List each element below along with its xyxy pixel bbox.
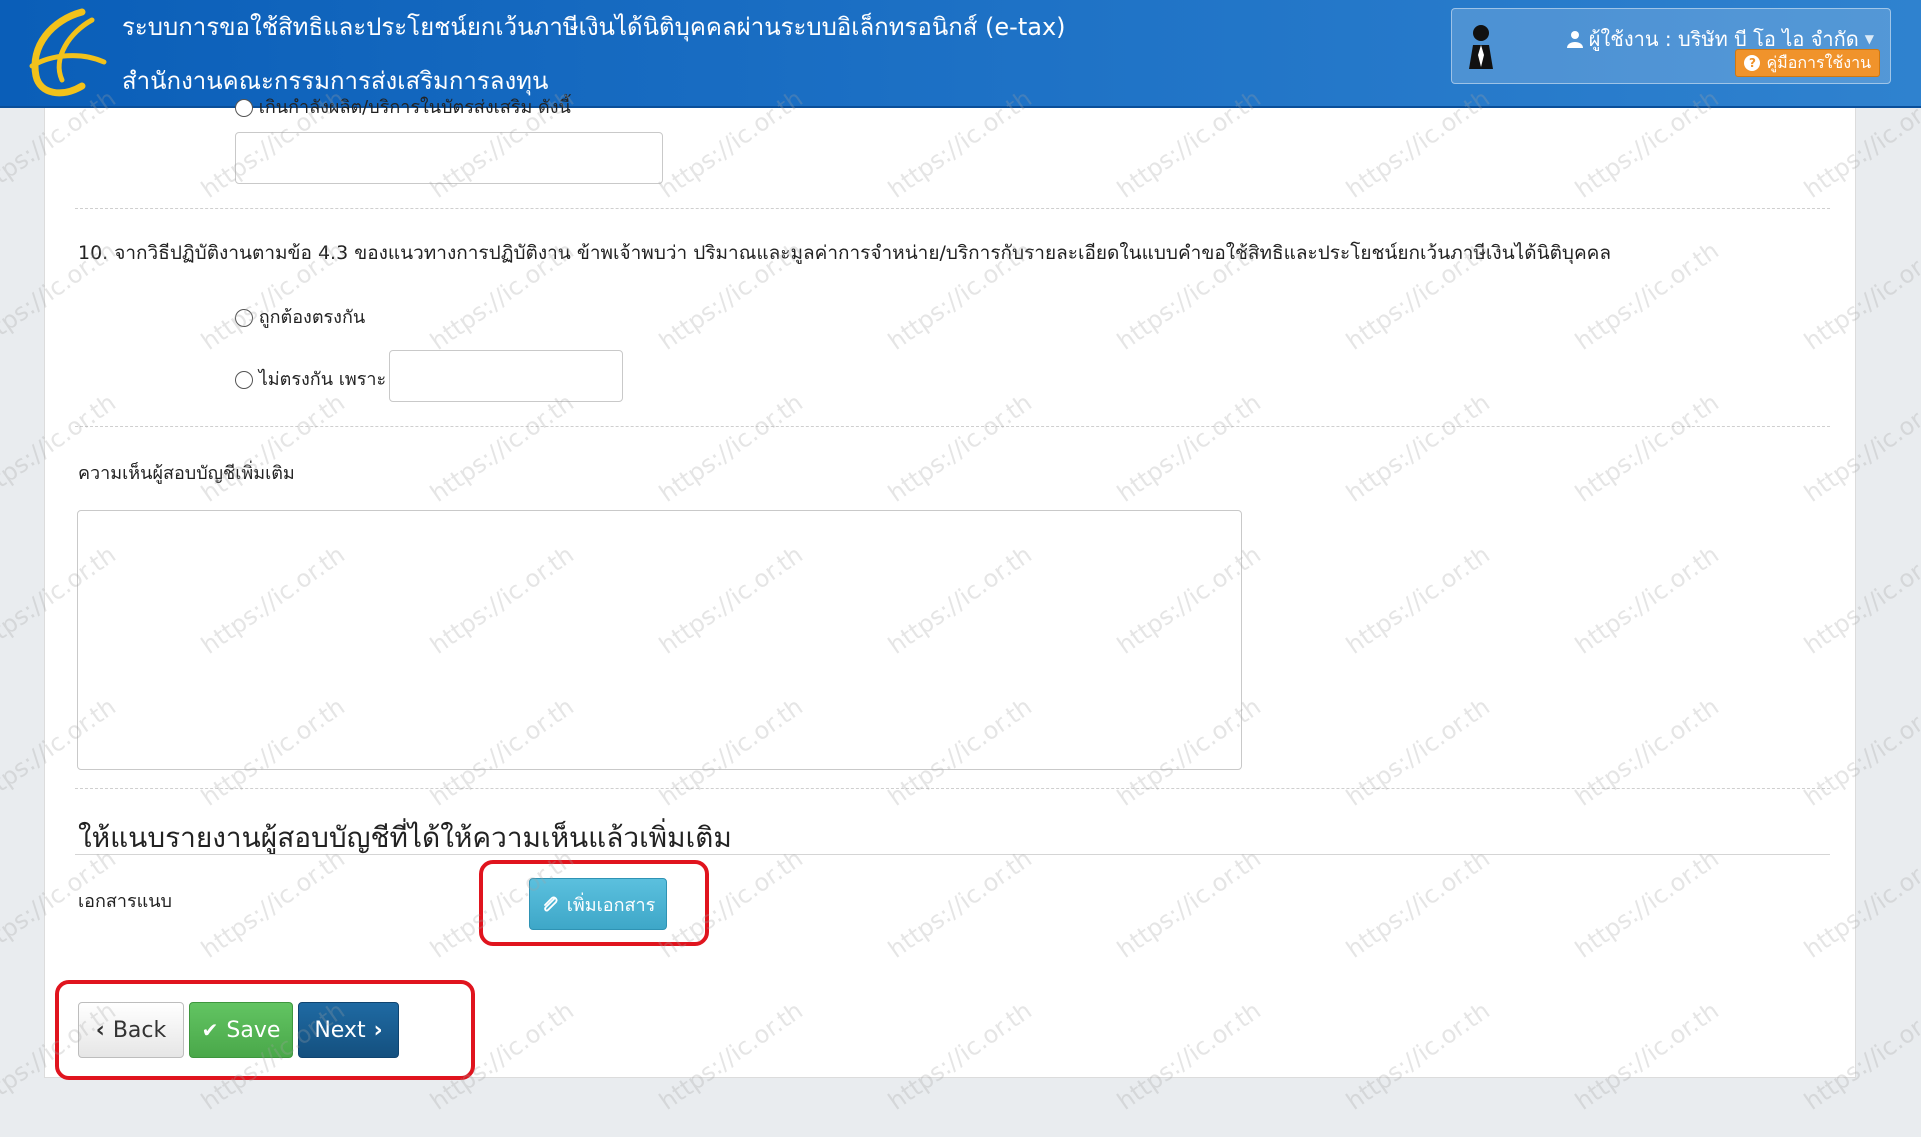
prev-option-radio[interactable] [235,99,253,117]
q10-radio-match[interactable] [235,309,253,327]
form-panel: เกินกำลังผลิต/บริการในบัตรส่งเสริม ดังนี… [44,97,1856,1080]
boi-logo-icon [29,8,107,97]
add-document-button[interactable]: เพิ่มเอกสาร [529,878,667,930]
back-button[interactable]: ‹ Back [78,1002,184,1058]
next-label: Next [314,1017,366,1043]
q10-text: 10. จากวิธีปฏิบัติงานตามข้อ 4.3 ของแนวทา… [78,242,1612,264]
user-avatar-icon [1469,25,1493,69]
user-manual-button[interactable]: ? คู่มือการใช้งาน [1735,49,1880,77]
auditor-opinion-label: ความเห็นผู้สอบบัญชีเพิ่มเติม [78,463,295,484]
q10-option-mismatch-label: ไม่ตรงกัน เพราะ [258,369,387,390]
attachment-label: เอกสารแนบ [78,891,172,912]
chevron-down-icon: ▼ [1864,32,1874,46]
add-document-label: เพิ่มเอกสาร [566,894,656,916]
user-icon [1566,31,1583,48]
check-icon: ✔ [201,1018,219,1042]
chevron-left-icon: ‹ [95,1017,105,1043]
user-panel: ผู้ใช้งาน : บริษัท บี โอ ไอ จำกัด ▼ ? คู… [1451,8,1891,84]
divider [75,208,1830,209]
chevron-right-icon: › [373,1017,383,1043]
back-label: Back [112,1017,167,1043]
divider [75,426,1830,427]
help-icon: ? [1744,55,1761,71]
divider [75,788,1830,789]
system-title: ระบบการขอใช้สิทธิและประโยชน์ยกเว้นภาษีเง… [122,13,1066,41]
save-label: Save [226,1017,281,1043]
prev-option-label: เกินกำลังผลิต/บริการในบัตรส่งเสริม ดังนี… [258,97,571,118]
auditor-opinion-textarea[interactable] [77,510,1242,770]
q10-option-mismatch[interactable]: ไม่ตรงกัน เพราะ [235,364,386,393]
q10-option-match[interactable]: ถูกต้องตรงกัน [235,302,365,331]
q10-option-match-label: ถูกต้องตรงกัน [258,307,366,328]
next-button[interactable]: Next › [298,1002,399,1058]
section-rule [75,854,1830,855]
paperclip-icon [543,896,558,912]
prev-option-input[interactable] [235,132,663,184]
prev-option-row: เกินกำลังผลิต/บริการในบัตรส่งเสริม ดังนี… [235,92,571,121]
mismatch-reason-input[interactable] [389,350,623,402]
q10-radio-mismatch[interactable] [235,371,253,389]
user-manual-label: คู่มือการใช้งาน [1766,52,1871,72]
save-button[interactable]: ✔ Save [189,1002,293,1058]
